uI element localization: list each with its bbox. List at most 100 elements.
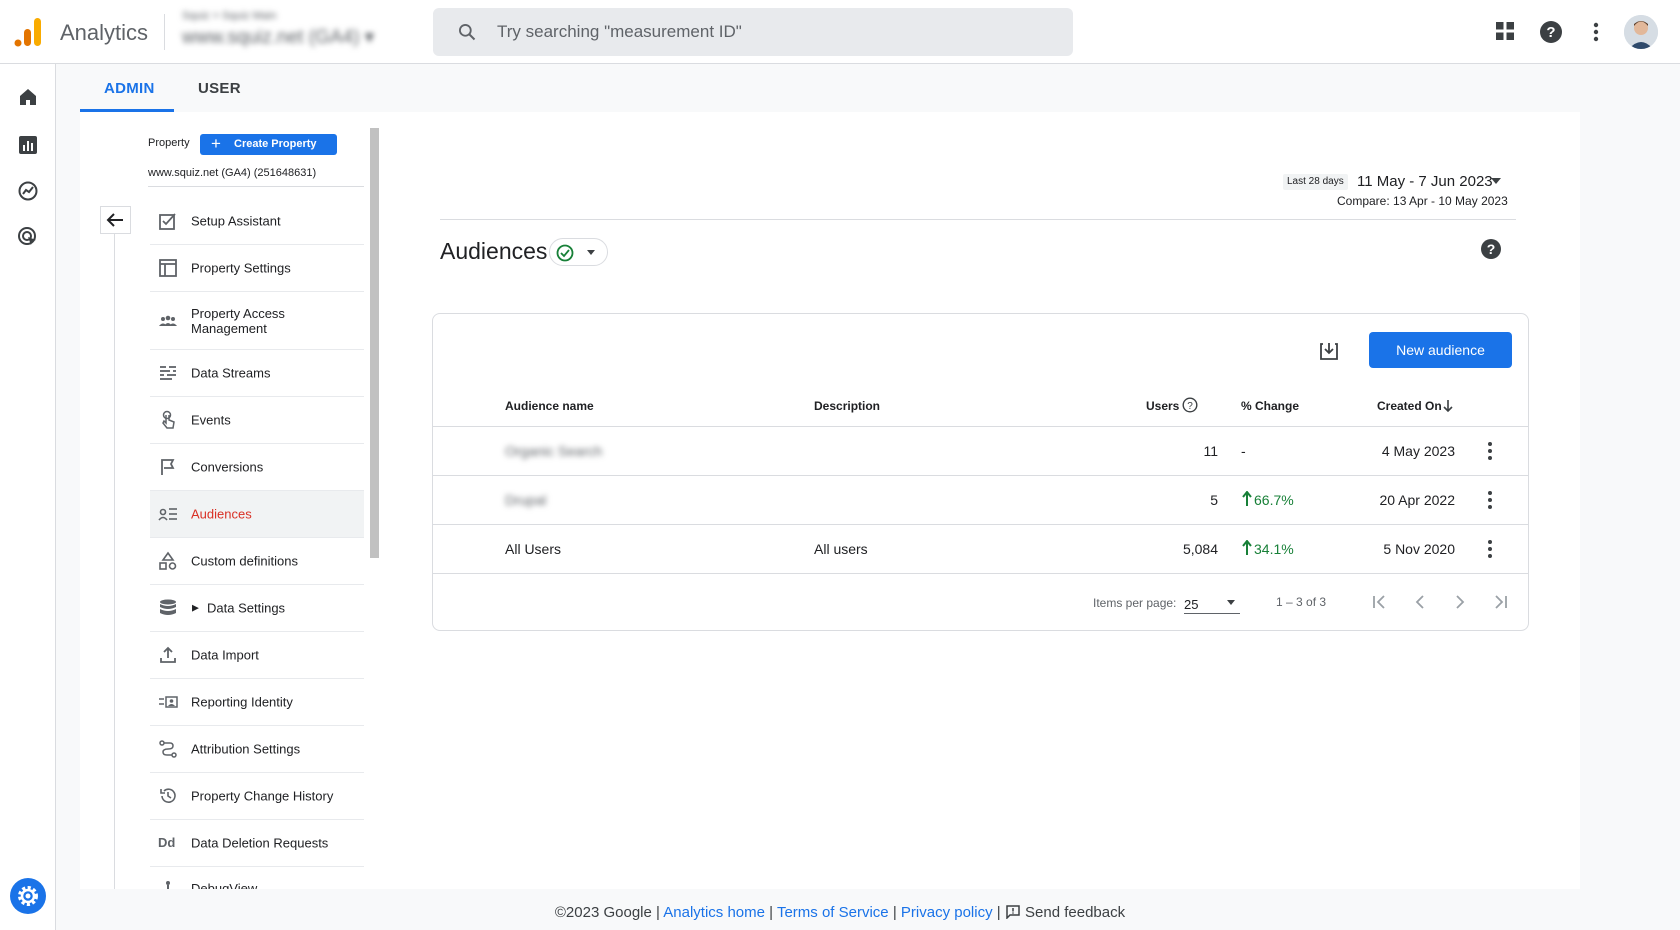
status-dropdown[interactable] (549, 238, 608, 266)
audience-change: - (1241, 443, 1246, 459)
nav-item-data-deletion-requests[interactable]: Dd Data Deletion Requests (150, 820, 364, 867)
audience-users: 11 (1203, 443, 1218, 459)
database-icon (160, 599, 176, 615)
nav-item-attribution-settings[interactable]: Attribution Settings (150, 726, 364, 773)
audience-name[interactable]: Drupal (505, 492, 546, 508)
advertising-icon[interactable] (17, 226, 39, 248)
property-name: www.squiz.net (GA4) (251648631) (148, 167, 317, 179)
nav-item-audiences[interactable]: Audiences (150, 491, 364, 538)
search-icon (459, 24, 476, 41)
touch-icon (162, 410, 175, 429)
date-preset-chip: Last 28 days (1283, 174, 1348, 190)
nav-item-property-access-management[interactable]: Property Access Management (150, 292, 364, 350)
home-icon[interactable] (17, 86, 39, 108)
footer-analytics-home-link[interactable]: Analytics home (663, 904, 765, 921)
people-icon (159, 315, 177, 326)
feedback-icon (1006, 905, 1020, 920)
debug-icon (166, 881, 170, 889)
reports-icon[interactable] (17, 134, 39, 156)
new-audience-button[interactable]: New audience (1369, 332, 1512, 368)
nav-item-debugview[interactable]: DebugView (150, 867, 364, 889)
avatar[interactable] (1624, 15, 1658, 49)
row-divider (433, 475, 1528, 476)
date-compare: Compare: 13 Apr - 10 May 2023 (1337, 194, 1508, 208)
users-help-icon[interactable]: ? (1182, 397, 1198, 413)
audience-change: 66.7% (1254, 492, 1294, 508)
col-header-users: Users (1146, 399, 1180, 413)
help-icon[interactable]: ? (1539, 20, 1563, 44)
header-divider (164, 14, 165, 50)
pagination-range: 1 – 3 of 3 (1276, 595, 1327, 609)
upload-icon (160, 646, 176, 663)
col-header-change: % Change (1241, 399, 1300, 413)
plus-icon: + (211, 134, 221, 153)
row-divider (433, 573, 1528, 574)
footer-terms-link[interactable]: Terms of Service (777, 904, 889, 921)
col-header-created-on[interactable]: Created On (1377, 399, 1442, 413)
nav-item-data-streams[interactable]: Data Streams (150, 350, 364, 397)
caret-down-icon (1227, 600, 1235, 605)
audience-name[interactable]: All Users (505, 541, 561, 557)
nav-item-property-change-history[interactable]: Property Change History (150, 773, 364, 820)
streams-icon (160, 366, 176, 380)
account-selector[interactable]: Squiz > Squiz Main www.squiz.net (GA4) ▾ (182, 10, 374, 49)
nav-item-property-settings[interactable]: Property Settings (150, 245, 364, 292)
svg-text:?: ? (1546, 24, 1555, 41)
arrow-up-icon (1242, 491, 1252, 506)
search-box[interactable]: Try searching "measurement ID" (433, 8, 1073, 56)
checkbox-icon (159, 213, 176, 230)
footer-privacy-link[interactable]: Privacy policy (901, 904, 993, 921)
create-property-button[interactable]: + Create Property (200, 134, 337, 155)
svg-text:?: ? (1187, 401, 1193, 412)
audience-users: 5,084 (1182, 541, 1218, 557)
first-page-icon[interactable] (1370, 592, 1390, 612)
audience-created: 4 May 2023 (1381, 443, 1455, 459)
audience-name[interactable]: Organic Search (505, 443, 602, 459)
page-title: Audiences (440, 238, 548, 264)
content-divider (440, 219, 1516, 220)
prev-page-icon[interactable] (1410, 592, 1430, 612)
app-title: Analytics (60, 20, 149, 45)
tab-admin[interactable]: ADMIN (104, 80, 155, 97)
tree-line (114, 234, 115, 889)
nav-item-data-settings[interactable]: ▶ Data Settings (150, 585, 364, 632)
header-row-divider (433, 426, 1528, 427)
date-range-picker[interactable]: 11 May - 7 Jun 2023 (1357, 173, 1493, 190)
page-help-icon[interactable]: ? (1480, 238, 1502, 260)
expand-caret-icon[interactable]: ▶ (192, 603, 199, 614)
explore-icon[interactable] (17, 180, 39, 202)
property-label: Property (148, 137, 190, 149)
collapse-back-button[interactable] (100, 206, 131, 234)
nav-item-setup-assistant[interactable]: Setup Assistant (150, 198, 364, 245)
nav-item-conversions[interactable]: Conversions (150, 444, 364, 491)
more-vert-icon[interactable] (1589, 20, 1603, 44)
items-per-page-label: Items per page: (1093, 596, 1177, 610)
next-page-icon[interactable] (1450, 592, 1470, 612)
nav-item-reporting-identity[interactable]: Reporting Identity (150, 679, 364, 726)
nav-item-custom-definitions[interactable]: Custom definitions (150, 538, 364, 585)
nav-scrollbar-thumb[interactable] (370, 128, 379, 558)
nav-item-data-import[interactable]: Data Import (150, 632, 364, 679)
apps-grid-icon[interactable] (1494, 20, 1516, 42)
row-more-icon[interactable] (1487, 539, 1493, 559)
last-page-icon[interactable] (1490, 592, 1510, 612)
footer: ©2023 Google | Analytics home | Terms of… (554, 904, 1126, 921)
identity-icon (159, 696, 178, 708)
layout-icon (159, 259, 177, 277)
audiences-card (432, 313, 1529, 631)
audience-users: 5 (1210, 492, 1218, 508)
row-more-icon[interactable] (1487, 441, 1493, 461)
items-per-page-select[interactable]: 25 (1184, 594, 1240, 614)
sort-arrow-down-icon[interactable] (1442, 399, 1454, 413)
account-path: Squiz > Squiz Main (182, 10, 277, 22)
row-more-icon[interactable] (1487, 490, 1493, 510)
send-feedback-button[interactable]: Send feedback (1005, 904, 1125, 921)
property-divider (148, 186, 364, 187)
check-circle-icon (556, 244, 574, 262)
analytics-logo-icon[interactable] (14, 17, 42, 47)
caret-down-icon[interactable] (1490, 176, 1502, 186)
tab-user[interactable]: USER (198, 80, 241, 97)
nav-item-events[interactable]: Events (150, 397, 364, 444)
download-icon[interactable] (1318, 340, 1340, 362)
arrow-up-icon (1242, 540, 1252, 555)
